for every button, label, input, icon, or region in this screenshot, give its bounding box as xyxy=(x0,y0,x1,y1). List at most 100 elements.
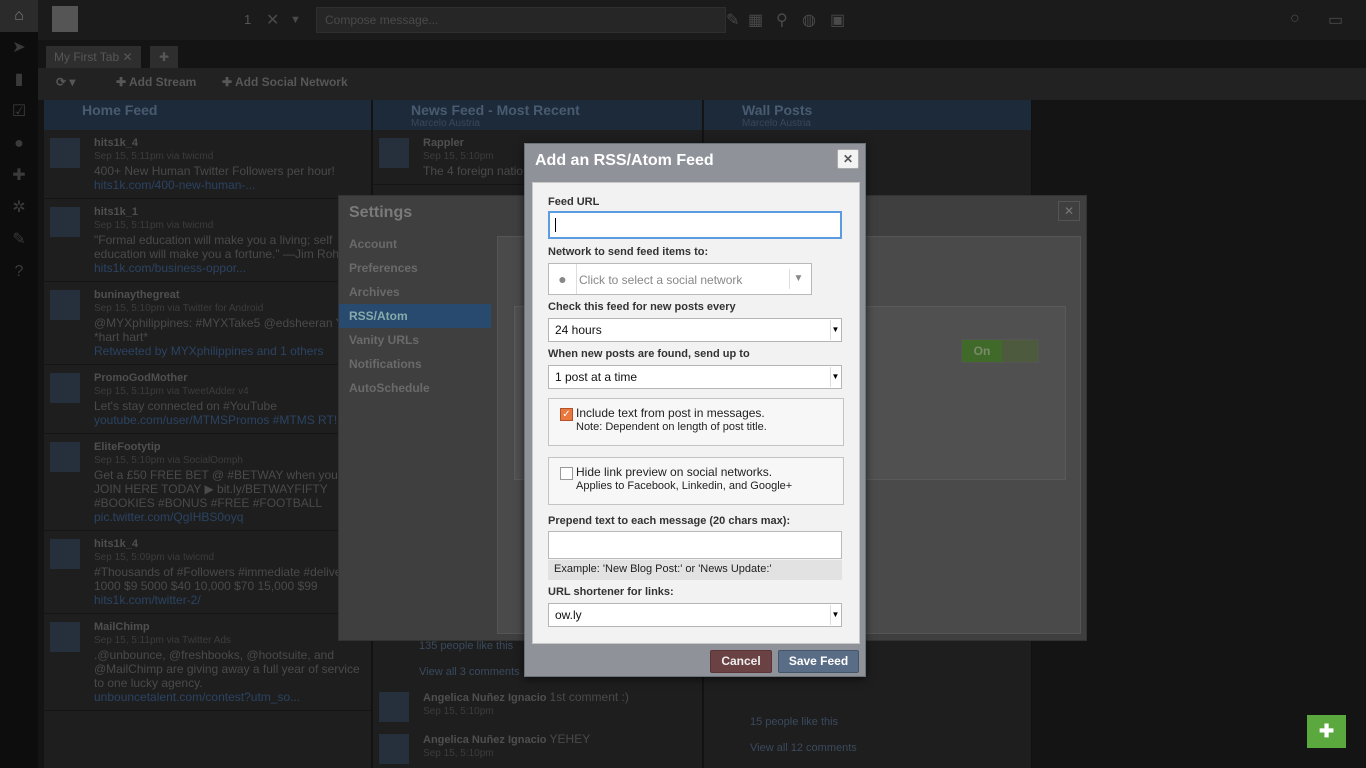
author-name[interactable]: hits1k_4 xyxy=(94,136,363,150)
list-item[interactable]: hits1k_1 Sep 15, 5:11pm via twicmd "Formal… xyxy=(44,199,371,282)
author-name[interactable]: hits1k_4 xyxy=(94,537,363,551)
contacts-icon[interactable]: ● xyxy=(0,128,38,160)
location-icon[interactable]: ⚲ xyxy=(776,10,788,30)
message-link[interactable]: youtube.com/user/MTMSPromos #MTMS RT! xyxy=(94,413,363,427)
attach-icon[interactable]: ✎ xyxy=(726,10,739,30)
author-name[interactable]: buninaythegreat xyxy=(94,288,363,302)
social-network-select[interactable]: ● Click to select a social network ▼ xyxy=(548,263,812,295)
comment-author[interactable]: Angelica Nuñez Ignacio xyxy=(423,692,546,704)
settings-nav-archives[interactable]: Archives xyxy=(339,280,491,304)
timestamp: Sep 15, 5:09pm via twicmd xyxy=(94,552,215,563)
tab-my-first-tab[interactable]: My First Tab ✕ xyxy=(46,46,141,68)
profile-avatar[interactable] xyxy=(52,6,78,32)
settings-nav-notifications[interactable]: Notifications xyxy=(339,352,491,376)
send-icon[interactable]: ➤ xyxy=(0,32,38,64)
chevron-down-icon[interactable]: ▼ xyxy=(789,269,807,289)
message-link[interactable]: hits1k.com/business-oppor... xyxy=(94,261,363,275)
assignments-icon[interactable]: ☑ xyxy=(0,96,38,128)
likes-count[interactable]: 15 people like this xyxy=(750,716,838,728)
analytics-icon[interactable]: ▮ xyxy=(0,64,38,96)
author-name[interactable]: MailChimp xyxy=(94,620,363,634)
add-social-network-button[interactable]: ✚ Add Social Network xyxy=(222,75,348,89)
avatar[interactable] xyxy=(379,138,409,168)
globe-icon[interactable]: ◍ xyxy=(802,10,816,30)
settings-nav-autoschedule[interactable]: AutoSchedule xyxy=(339,376,491,400)
send-count-label: When new posts are found, send up to xyxy=(548,348,750,360)
message-link[interactable]: unbouncetalent.com/contest?utm_so... xyxy=(94,690,363,704)
view-all-comments[interactable]: View all 3 comments xyxy=(419,666,520,678)
feed-toggle[interactable]: On xyxy=(961,339,1039,363)
add-tab-button[interactable]: ✚ xyxy=(150,46,178,68)
list-item[interactable]: MailChimp Sep 15, 5:11pm via Twitter Ads.… xyxy=(44,614,371,711)
add-stream-button[interactable]: ✚ Add Stream xyxy=(116,75,196,89)
author-name[interactable]: hits1k_1 xyxy=(94,205,363,219)
settings-nav-account[interactable]: Account xyxy=(339,232,491,256)
save-feed-button[interactable]: Save Feed xyxy=(778,650,859,673)
message-link[interactable]: pic.twitter.com/QgIHBS0oyq xyxy=(94,510,363,524)
feed-url-input[interactable] xyxy=(548,211,842,239)
refresh-icon[interactable]: ⟳ ▾ xyxy=(56,75,75,89)
text-cursor xyxy=(555,218,556,232)
chevron-down-icon: ▼ xyxy=(830,320,840,340)
timestamp: Sep 15, 5:11pm via twicmd xyxy=(94,220,214,231)
shortener-select[interactable]: ow.ly ▼ xyxy=(548,603,842,627)
add-button[interactable]: ✚ xyxy=(1307,715,1346,748)
settings-nav-vanity-urls[interactable]: Vanity URLs xyxy=(339,328,491,352)
search-icon[interactable]: ○ xyxy=(1290,10,1300,28)
avatar[interactable] xyxy=(50,138,80,168)
calendar-icon[interactable]: ▦ xyxy=(748,10,763,30)
list-item[interactable]: hits1k_4 Sep 15, 5:09pm via twicmd #Thousa… xyxy=(44,531,371,614)
likes-count[interactable]: 135 people like this xyxy=(419,640,513,652)
close-icon[interactable]: ✕ xyxy=(266,10,279,30)
avatar[interactable] xyxy=(50,290,80,320)
message-link[interactable]: hits1k.com/400-new-human-... xyxy=(94,178,363,192)
add-stream-label: Add Stream xyxy=(128,75,197,89)
avatar[interactable] xyxy=(50,539,80,569)
avatar[interactable] xyxy=(379,692,409,722)
close-icon[interactable]: ✕ xyxy=(837,149,859,169)
chevron-down-icon[interactable]: ▼ xyxy=(290,14,301,26)
view-all-comments[interactable]: View all 12 comments xyxy=(750,742,857,754)
lock-icon[interactable]: ▣ xyxy=(830,10,845,30)
list-item[interactable]: PromoGodMother Sep 15, 5:11pm via TweetAd… xyxy=(44,365,371,434)
send-count-select[interactable]: 1 post at a time ▼ xyxy=(548,365,842,389)
close-icon[interactable]: ✕ xyxy=(122,50,132,64)
author-name[interactable]: PromoGodMother xyxy=(94,371,363,385)
timestamp: Sep 15, 5:11pm via twicmd xyxy=(94,151,214,162)
prepend-label: Prepend text to each message (20 chars m… xyxy=(548,515,791,527)
left-rail: ⌂ ➤ ▮ ☑ ● ✚ ✲ ✎ ? xyxy=(0,0,38,768)
settings-icon[interactable]: ✲ xyxy=(0,192,38,224)
apps-icon[interactable]: ✚ xyxy=(0,160,38,192)
avatar[interactable] xyxy=(50,373,80,403)
avatar[interactable] xyxy=(50,622,80,652)
message-text: "Formal education will make you a living… xyxy=(94,233,346,261)
include-text-checkbox[interactable]: ✓ xyxy=(560,408,573,421)
message-link[interactable]: Retweeted by MYXphilippines and 1 others xyxy=(94,344,363,358)
home-icon[interactable]: ⌂ xyxy=(0,0,38,32)
tools-icon[interactable]: ✎ xyxy=(0,224,38,256)
cancel-button[interactable]: Cancel xyxy=(710,650,772,673)
list-item[interactable]: EliteFootytip Sep 15, 5:10pm via SocialOo… xyxy=(44,434,371,531)
close-icon[interactable]: ✕ xyxy=(1058,201,1080,221)
avatar[interactable] xyxy=(50,442,80,472)
message-link[interactable]: hits1k.com/twitter-2/ xyxy=(94,593,363,607)
toggle-label: On xyxy=(962,340,1002,362)
settings-nav-rss-atom[interactable]: RSS/Atom xyxy=(339,304,491,328)
avatar[interactable] xyxy=(50,207,80,237)
avatar[interactable] xyxy=(379,734,409,764)
list-item[interactable]: hits1k_4 Sep 15, 5:11pm via twicmd 400+ Ne… xyxy=(44,130,371,199)
compose-input[interactable]: Compose message... xyxy=(316,7,726,33)
tab-label: My First Tab xyxy=(54,50,120,64)
comment-author[interactable]: Angelica Nuñez Ignacio xyxy=(423,734,546,746)
feed-url-label: Feed URL xyxy=(548,196,600,208)
notifications-icon[interactable]: ▭ xyxy=(1328,10,1343,30)
chevron-down-icon: ▼ xyxy=(830,367,840,387)
network-label: Network to send feed items to: xyxy=(548,246,709,258)
list-item[interactable]: buninaythegreat Sep 15, 5:10pm via Twitte… xyxy=(44,282,371,365)
author-name[interactable]: EliteFootytip xyxy=(94,440,363,454)
hide-preview-checkbox[interactable] xyxy=(560,467,573,480)
frequency-select[interactable]: 24 hours ▼ xyxy=(548,318,842,342)
settings-nav-preferences[interactable]: Preferences xyxy=(339,256,491,280)
prepend-input[interactable] xyxy=(548,531,842,559)
help-icon[interactable]: ? xyxy=(0,256,38,288)
